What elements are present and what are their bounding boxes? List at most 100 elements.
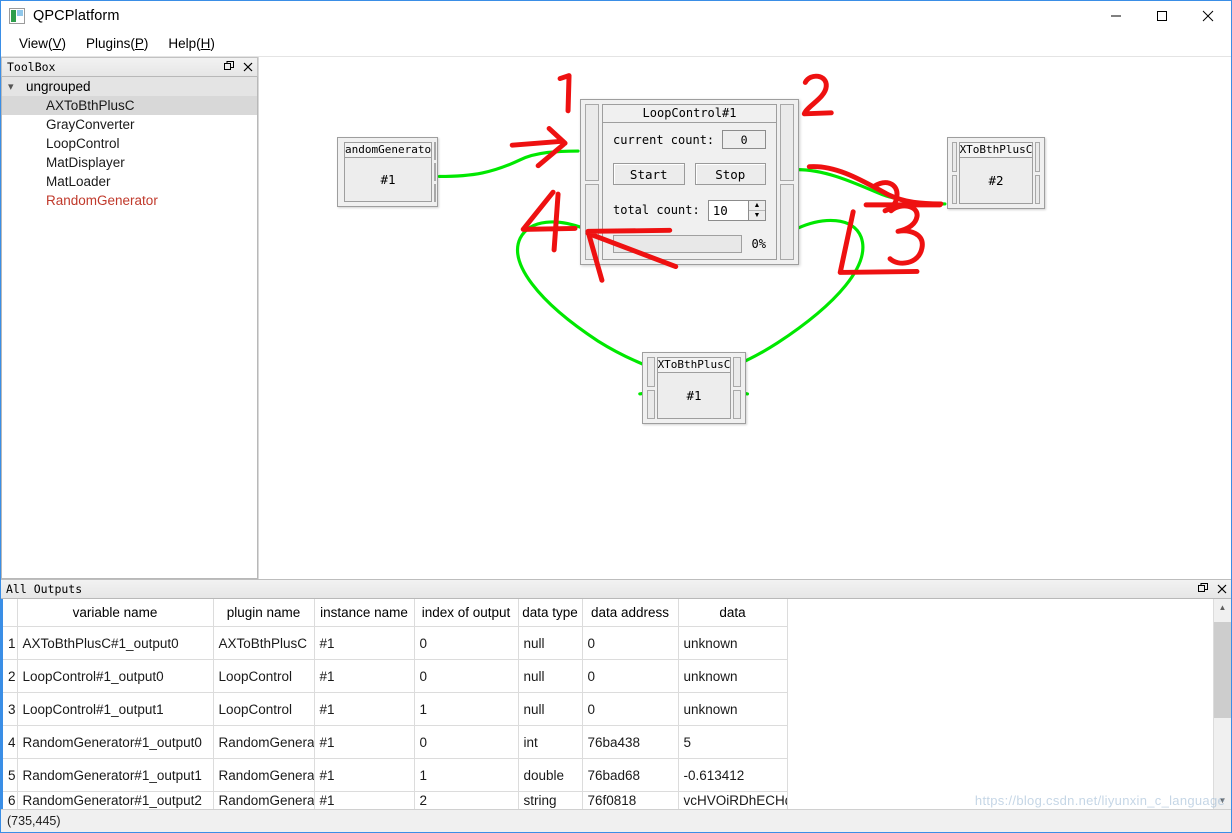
output-port[interactable] (434, 184, 437, 202)
node-randomgenerator-1-title: andomGenerato (344, 142, 433, 158)
node-randomgenerator-1[interactable]: andomGenerato #1 (337, 137, 438, 207)
node-randomgenerator-1-output-ports[interactable] (434, 142, 437, 202)
table-row[interactable]: 6 RandomGenerator#1_output2 RandomGenera… (3, 791, 788, 809)
toolbox-item-matloader[interactable]: MatLoader (2, 172, 257, 191)
node-axtobthplusc-1-input-ports[interactable] (647, 357, 655, 419)
tree-group-ungrouped[interactable]: ▾ ungrouped (2, 77, 257, 96)
cell-index-of-output: 2 (414, 791, 519, 809)
output-port[interactable] (1035, 142, 1040, 172)
status-coordinates: (735,445) (7, 814, 61, 828)
row-number: 1 (3, 626, 18, 660)
output-port[interactable] (733, 357, 741, 387)
annotation-arrow-2 (806, 164, 944, 207)
annotation-arrow-2-head-a (871, 180, 900, 214)
current-count-field[interactable]: 0 (722, 130, 766, 149)
node-axtobthplusc-1[interactable]: XToBthPlusC #1 (642, 352, 746, 424)
node-loopcontrol-1-input-ports[interactable] (585, 104, 599, 260)
scrollbar-track[interactable] (1214, 616, 1231, 792)
all-outputs-panel: All Outputs variable name plugin name in… (1, 579, 1231, 809)
input-port[interactable] (952, 174, 957, 204)
input-port[interactable] (647, 357, 655, 387)
node-loopcontrol-1[interactable]: LoopControl#1 current count: 0 Start Sto… (580, 99, 799, 265)
node-axtobthplusc-2-input-ports[interactable] (952, 142, 957, 204)
table-row[interactable]: 4 RandomGenerator#1_output0 RandomGenera… (3, 725, 788, 759)
outputs-vertical-scrollbar[interactable]: ▲ ▼ (1213, 599, 1231, 809)
close-icon[interactable] (1185, 1, 1231, 31)
progress-percent: 0% (751, 236, 766, 251)
table-row[interactable]: 3 LoopControl#1_output1 LoopControl #1 1… (3, 692, 788, 726)
stepper-up-icon[interactable]: ▲ (749, 200, 765, 211)
toolbox-item-loopcontrol[interactable]: LoopControl (2, 134, 257, 153)
node-axtobthplusc-1-output-ports[interactable] (733, 357, 741, 419)
menu-item-help[interactable]: Help(H) (158, 33, 225, 54)
close-panel-icon[interactable] (1214, 581, 1229, 596)
column-header-index-of-output[interactable]: index of output (414, 599, 519, 627)
table-row[interactable]: 5 RandomGenerator#1_output1 RandomGenera… (3, 758, 788, 792)
column-header-data-address[interactable]: data address (582, 599, 679, 627)
toolbox-header: ToolBox (1, 57, 258, 77)
cell-index-of-output: 1 (414, 692, 519, 726)
float-icon[interactable] (222, 59, 237, 74)
output-port[interactable] (733, 389, 741, 419)
cell-data: unknown (678, 626, 788, 660)
column-header-variable-name[interactable]: variable name (17, 599, 214, 627)
loopcontrol-buttons: Start Stop (613, 163, 766, 186)
window-title: QPCPlatform (33, 8, 120, 24)
toolbox-item-axtobthplusc[interactable]: AXToBthPlusC (2, 96, 257, 115)
annotation-numeral-1 (557, 73, 572, 114)
cell-instance-name: #1 (314, 626, 415, 660)
cell-data-address: 76ba438 (582, 725, 679, 759)
menu-item-plugins-mnemonic: P (134, 36, 144, 51)
output-port[interactable] (434, 142, 437, 160)
menu-item-plugins[interactable]: Plugins(P) (76, 33, 158, 54)
outputs-table-wrapper[interactable]: variable name plugin name instance name … (3, 599, 1213, 809)
minimize-icon[interactable] (1093, 1, 1139, 31)
cell-variable-name: RandomGenerator#1_output2 (17, 791, 214, 809)
menu-item-view[interactable]: View(V) (9, 33, 76, 54)
total-count-value[interactable]: 10 (709, 201, 748, 220)
window-controls (1093, 1, 1231, 31)
table-row[interactable]: 2 LoopControl#1_output0 LoopControl #1 0… (3, 659, 788, 693)
close-panel-icon[interactable] (240, 59, 255, 74)
output-port[interactable] (780, 104, 794, 181)
scrollbar-thumb[interactable] (1214, 622, 1231, 718)
toolbox-header-buttons (222, 59, 255, 74)
toolbox-item-matdisplayer[interactable]: MatDisplayer (2, 153, 257, 172)
application-window: QPCPlatform View(V) Plugins(P) Help(H) T… (0, 0, 1232, 833)
cell-plugin-name: RandomGenerator (213, 758, 315, 792)
input-port[interactable] (952, 142, 957, 172)
stop-button[interactable]: Stop (694, 163, 766, 186)
input-port[interactable] (585, 183, 599, 260)
input-port[interactable] (585, 104, 599, 181)
stepper-down-icon[interactable]: ▼ (749, 210, 765, 220)
float-icon[interactable] (1196, 581, 1211, 596)
diagram-canvas[interactable]: andomGenerato #1 LoopControl#1 current c… (259, 57, 1231, 579)
column-header-instance-name[interactable]: instance name (314, 599, 415, 627)
output-port[interactable] (434, 163, 437, 181)
scroll-down-icon[interactable]: ▼ (1214, 792, 1231, 809)
node-loopcontrol-1-title: LoopControl#1 (603, 105, 776, 123)
column-header-plugin-name[interactable]: plugin name (213, 599, 315, 627)
table-row[interactable]: 1 AXToBthPlusC#1_output0 AXToBthPlusC #1… (3, 626, 788, 660)
scroll-up-icon[interactable]: ▲ (1214, 599, 1231, 616)
status-bar: (735,445) (1, 809, 1231, 832)
toolbox-item-grayconverter[interactable]: GrayConverter (2, 115, 257, 134)
total-count-stepper[interactable]: 10 ▲ ▼ (707, 199, 766, 221)
node-axtobthplusc-2[interactable]: XToBthPlusC #2 (947, 137, 1045, 209)
input-port[interactable] (647, 389, 655, 419)
output-port[interactable] (780, 183, 794, 260)
node-axtobthplusc-2-output-ports[interactable] (1035, 142, 1040, 204)
loopcontrol-form: current count: 0 Start Stop total count:… (603, 123, 776, 259)
start-button[interactable]: Start (613, 163, 685, 186)
column-header-data[interactable]: data (678, 599, 788, 627)
all-outputs-body: variable name plugin name instance name … (1, 599, 1231, 809)
cell-variable-name: AXToBthPlusC#1_output0 (17, 626, 214, 660)
column-header-data-type[interactable]: data type (518, 599, 583, 627)
toolbox-item-randomgenerator[interactable]: RandomGenerator (2, 191, 257, 210)
cell-data: unknown (678, 659, 788, 693)
output-port[interactable] (1035, 174, 1040, 204)
cell-data: unknown (678, 692, 788, 726)
row-number: 6 (3, 791, 18, 809)
node-loopcontrol-1-output-ports[interactable] (780, 104, 794, 260)
maximize-icon[interactable] (1139, 1, 1185, 31)
